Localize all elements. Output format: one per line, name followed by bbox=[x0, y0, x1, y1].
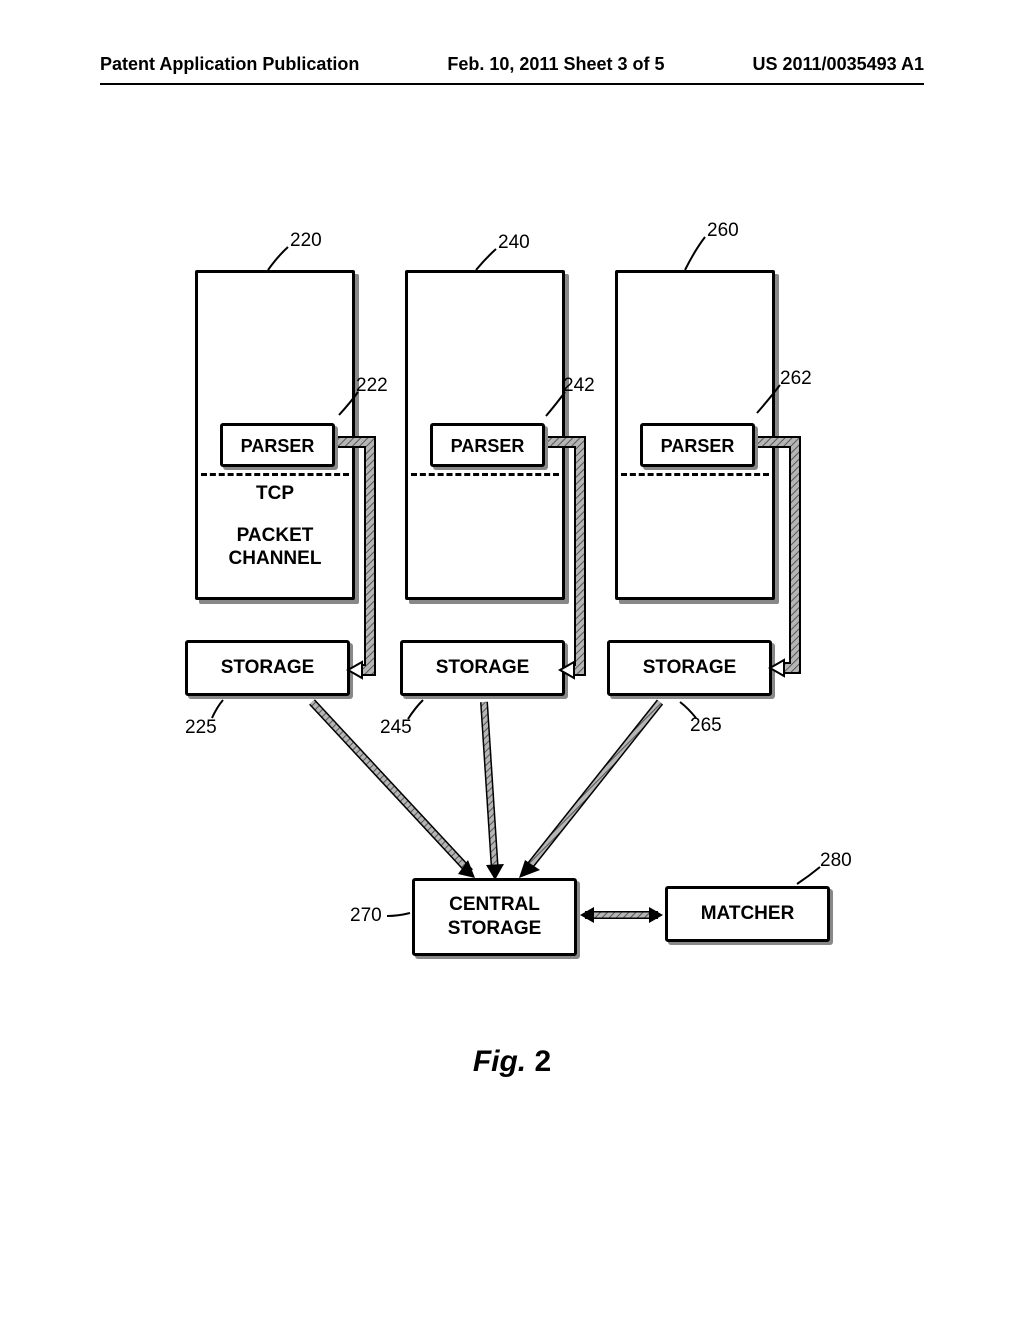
storage-box-225: STORAGE bbox=[185, 640, 350, 696]
ref-222: 222 bbox=[356, 375, 388, 397]
dashed-divider bbox=[621, 473, 769, 476]
ref-242: 242 bbox=[563, 375, 595, 397]
parser-box-262: PARSER bbox=[640, 423, 755, 467]
header-right: US 2011/0035493 A1 bbox=[753, 54, 924, 75]
central-storage-box-270: CENTRAL STORAGE bbox=[412, 878, 577, 956]
figure-caption: Fig. 2 bbox=[100, 1045, 924, 1079]
figure-prefix: Fig. bbox=[473, 1045, 526, 1078]
dashed-divider bbox=[201, 473, 349, 476]
ref-240: 240 bbox=[498, 232, 530, 254]
header-left: Patent Application Publication bbox=[100, 54, 359, 75]
packet-line2: CHANNEL bbox=[229, 548, 322, 569]
diagram-figure: PARSER TCP PACKET CHANNEL PARSER PARSER … bbox=[100, 210, 924, 1110]
ref-280: 280 bbox=[820, 850, 852, 872]
parser-box-222: PARSER bbox=[220, 423, 335, 467]
column-box-240: PARSER bbox=[405, 270, 565, 600]
page-header: Patent Application Publication Feb. 10, … bbox=[0, 0, 1024, 75]
central-line2: STORAGE bbox=[448, 918, 542, 939]
packet-channel-label: PACKET CHANNEL bbox=[198, 525, 352, 571]
parser-box-242: PARSER bbox=[430, 423, 545, 467]
ref-265: 265 bbox=[690, 715, 722, 737]
ref-260: 260 bbox=[707, 220, 739, 242]
packet-line1: PACKET bbox=[237, 525, 314, 546]
header-divider bbox=[100, 83, 924, 85]
header-center: Feb. 10, 2011 Sheet 3 of 5 bbox=[447, 54, 664, 75]
storage-box-265: STORAGE bbox=[607, 640, 772, 696]
storage-box-245: STORAGE bbox=[400, 640, 565, 696]
figure-number: 2 bbox=[534, 1045, 551, 1078]
ref-225: 225 bbox=[185, 717, 217, 739]
ref-270: 270 bbox=[350, 905, 382, 927]
ref-262: 262 bbox=[780, 368, 812, 390]
matcher-box-280: MATCHER bbox=[665, 886, 830, 942]
tcp-label: TCP bbox=[198, 483, 352, 505]
dashed-divider bbox=[411, 473, 559, 476]
column-box-260: PARSER bbox=[615, 270, 775, 600]
ref-220: 220 bbox=[290, 230, 322, 252]
column-box-220: PARSER TCP PACKET CHANNEL bbox=[195, 270, 355, 600]
central-line1: CENTRAL bbox=[449, 894, 540, 915]
ref-245: 245 bbox=[380, 717, 412, 739]
